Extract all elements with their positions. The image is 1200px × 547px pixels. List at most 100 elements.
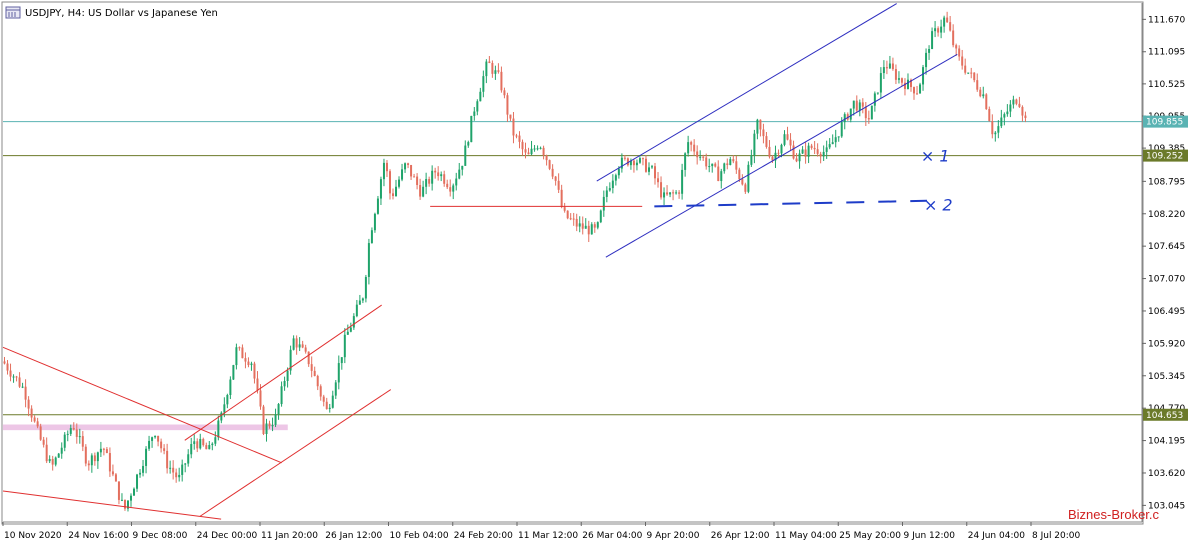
candle-body <box>145 448 148 466</box>
level-price-tag-label: 109.855 <box>1146 118 1183 128</box>
candle-body <box>151 437 154 441</box>
candle-body <box>644 158 647 172</box>
candle-body <box>687 142 690 154</box>
candle-body <box>888 63 891 69</box>
candle-body <box>238 347 241 349</box>
candle-body <box>693 144 696 152</box>
price-tick-label: 108.220 <box>1148 210 1185 220</box>
candle-body <box>726 163 729 166</box>
candle-body <box>376 198 379 214</box>
candle-body <box>861 102 864 107</box>
candle-body <box>708 166 711 168</box>
candle-body <box>500 71 503 91</box>
candle-body <box>602 196 605 211</box>
candle-body <box>596 222 599 228</box>
candle-body <box>530 148 533 155</box>
candle-body <box>647 167 650 172</box>
candle-body <box>961 56 964 66</box>
candle-body <box>557 180 560 190</box>
candle-body <box>413 176 416 178</box>
candle-body <box>485 61 488 77</box>
candle-body <box>566 210 569 219</box>
candle-body <box>51 459 54 465</box>
candle-body <box>548 160 551 169</box>
candle-body <box>690 142 693 145</box>
candle-body <box>319 386 322 397</box>
candle-body <box>660 182 663 198</box>
candle-body <box>946 17 949 23</box>
candle-body <box>587 225 590 235</box>
candle-body <box>891 63 894 70</box>
candle <box>364 274 367 303</box>
candle-body <box>133 488 136 496</box>
candle-body <box>858 102 861 111</box>
candle-body <box>982 94 985 97</box>
candle-body <box>934 28 937 32</box>
candle-body <box>991 121 994 135</box>
candle-body <box>654 166 657 179</box>
candle-body <box>283 380 286 387</box>
candle-body <box>39 426 42 440</box>
candle-body <box>1021 106 1024 116</box>
candle-body <box>301 344 304 348</box>
candle-body <box>906 79 909 89</box>
candle-body <box>666 192 669 195</box>
candle-body <box>33 417 36 422</box>
candle-body <box>894 69 897 80</box>
candle-body <box>178 474 181 478</box>
price-tick-label: 105.920 <box>1148 339 1185 349</box>
candle-body <box>635 162 638 166</box>
candle-body <box>1006 111 1009 115</box>
target-mark: × 2 <box>924 196 953 215</box>
candle-body <box>295 338 298 348</box>
candle-body <box>970 72 973 74</box>
candle-body <box>63 434 66 448</box>
candle-body <box>129 495 132 501</box>
candle <box>599 209 602 224</box>
candle-body <box>515 135 518 137</box>
candle-body <box>491 63 494 74</box>
candle-body <box>434 170 437 173</box>
candle <box>289 345 292 375</box>
candle <box>566 210 569 220</box>
candle-body <box>379 179 382 199</box>
candle-body <box>497 70 500 72</box>
candle <box>57 452 60 458</box>
candle-body <box>931 31 934 50</box>
price-chart[interactable]: × 1 × 2 USDJPY, H4: US Dollar vs Japanese… <box>0 0 1200 547</box>
candle <box>470 115 473 143</box>
price-tick-label: 103.620 <box>1148 469 1185 479</box>
candle-body <box>801 149 804 154</box>
candle-body <box>867 118 870 120</box>
candle-body <box>313 370 316 376</box>
candle-body <box>581 223 584 229</box>
candle-body <box>193 441 196 445</box>
level-price-tag-label: 104.653 <box>1146 411 1183 421</box>
candle-body <box>705 157 708 167</box>
candle-body <box>9 370 12 377</box>
candle-body <box>672 192 675 194</box>
candle-body <box>804 149 807 157</box>
candle-body <box>509 114 512 119</box>
candle-body <box>789 139 792 146</box>
candle-body <box>973 72 976 81</box>
candle-body <box>217 420 220 438</box>
candle-body <box>419 185 422 197</box>
candle-body <box>916 93 919 95</box>
candle-body <box>443 174 446 184</box>
candle-body <box>997 126 1000 133</box>
candle-body <box>45 444 48 462</box>
candle-body <box>446 183 449 188</box>
candle-body <box>545 155 548 161</box>
price-tick-label: 105.345 <box>1148 372 1185 382</box>
candle-body <box>48 459 51 462</box>
candle-body <box>373 213 376 231</box>
candle-body <box>464 145 467 166</box>
candle-body <box>18 377 21 387</box>
candle-body <box>786 134 789 140</box>
candle-body <box>15 376 18 378</box>
candle-body <box>81 436 84 447</box>
candle-body <box>337 363 340 383</box>
candle-body <box>410 164 413 177</box>
candle-body <box>575 218 578 227</box>
